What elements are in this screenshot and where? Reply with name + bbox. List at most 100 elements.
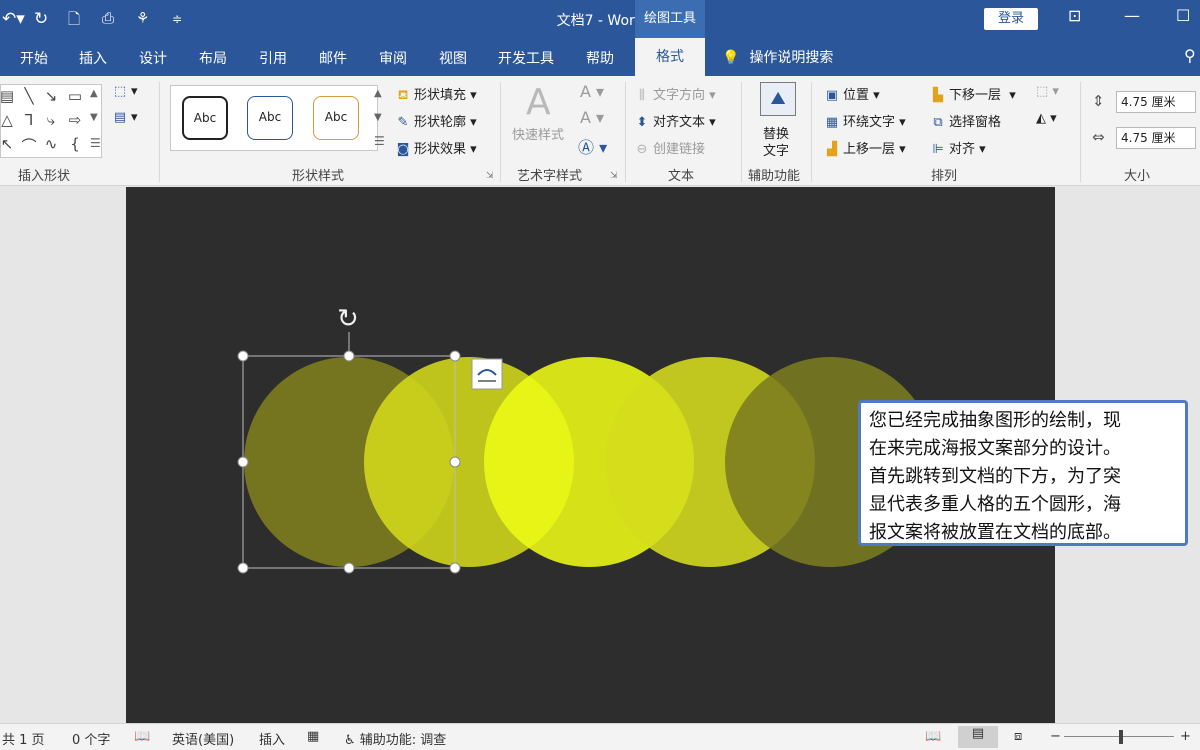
shape-outline-button[interactable]: ✎ 形状轮廓 ▾ <box>395 111 477 130</box>
tab-help[interactable]: 帮助 <box>586 48 614 68</box>
brace-shape-icon[interactable]: { <box>65 135 85 153</box>
resize-handle[interactable] <box>343 562 355 574</box>
alt-text-label-2[interactable]: 文字 <box>763 140 789 159</box>
shape-style-preview-1[interactable]: Abc <box>182 96 228 140</box>
shape-fill-button[interactable]: ⛾ 形状填充 ▾ <box>395 84 477 105</box>
freeform-shape-icon[interactable]: ∿ <box>41 135 61 153</box>
quick-styles-icon: A <box>526 82 551 123</box>
wrap-text-button[interactable]: ▦ 环绕文字 ▾ <box>824 111 906 130</box>
shape-styles-launcher-icon[interactable]: ⇲ <box>486 171 494 181</box>
send-backward-label: 下移一层 <box>949 88 1002 103</box>
text-fill-icon: A ▾ <box>580 82 605 101</box>
resize-handle[interactable] <box>449 562 461 574</box>
wrap-text-label: 环绕文字 <box>843 115 896 130</box>
maximize-icon[interactable]: ☐ <box>1176 6 1190 25</box>
resize-handle[interactable] <box>237 456 249 468</box>
send-backward-icon: ▙ <box>933 88 943 103</box>
tab-references[interactable]: 引用 <box>259 48 287 68</box>
group-label-wordart: 艺术字样式 <box>517 169 583 184</box>
resize-handle[interactable] <box>449 350 461 362</box>
shape-width-input[interactable]: 4.75 厘米 <box>1116 127 1196 149</box>
tab-format[interactable]: 格式 <box>635 38 705 76</box>
tab-insert[interactable]: 插入 <box>79 48 107 68</box>
line-shape-icon[interactable]: ╲ <box>19 87 39 105</box>
macro-icon[interactable]: ▦ <box>307 729 319 744</box>
ribbon-display-icon[interactable]: ⊡ <box>1068 6 1081 25</box>
send-backward-button[interactable]: ▙ 下移一层 ▾ <box>930 84 1016 103</box>
curve-shape-icon[interactable]: ↖ <box>0 135 17 153</box>
resize-handle[interactable] <box>449 456 461 468</box>
read-mode-icon[interactable]: 📖 <box>925 729 941 744</box>
language-status[interactable]: 英语(美国) <box>172 729 234 748</box>
share-person-icon[interactable]: ⚲ <box>1184 46 1196 65</box>
elbow-connector-icon[interactable]: ⅂ <box>19 111 39 129</box>
tell-me-search[interactable]: 💡 操作说明搜索 <box>722 47 833 67</box>
align-text-button[interactable]: ⬍ 对齐文本 ▾ <box>634 111 716 130</box>
tab-design[interactable]: 设计 <box>139 48 167 68</box>
zoom-slider-thumb[interactable] <box>1119 730 1123 744</box>
wordart-launcher-icon[interactable]: ⇲ <box>610 171 618 181</box>
style-gallery-down-icon[interactable]: ▼ <box>374 112 382 123</box>
group-label-shape-styles: 形状样式 <box>292 169 345 184</box>
triangle-shape-icon[interactable]: △ <box>0 111 17 129</box>
accessibility-status[interactable]: ♿ 辅助功能: 调查 <box>344 729 446 748</box>
tab-home[interactable]: 开始 <box>20 48 48 68</box>
tab-review[interactable]: 审阅 <box>379 48 407 68</box>
layout-options-icon[interactable] <box>471 358 503 390</box>
shape-style-preview-3[interactable]: Abc <box>313 96 359 140</box>
tab-mailings[interactable]: 邮件 <box>319 48 347 68</box>
login-button[interactable]: 登录 <box>984 8 1038 30</box>
proofing-icon[interactable]: 📖 <box>134 729 150 744</box>
contextual-tab-group: 绘图工具 <box>635 0 705 38</box>
minimize-icon[interactable]: — <box>1124 6 1140 25</box>
print-layout-icon[interactable]: ▤ <box>958 726 998 748</box>
gallery-down-icon[interactable]: ▼ <box>90 112 98 123</box>
shape-effects-button[interactable]: ◙ 形状效果 ▾ <box>395 138 477 157</box>
textbox-shape-icon[interactable]: ▤ <box>0 87 17 105</box>
selection-pane-label: 选择窗格 <box>949 115 1002 130</box>
edit-shape-button[interactable]: ⬚ ▾ <box>112 84 138 99</box>
selection-pane-button[interactable]: ⧉ 选择窗格 <box>930 111 1001 130</box>
block-arrow-icon[interactable]: ⇨ <box>65 111 85 129</box>
rotate-icon[interactable]: ◭ ▾ <box>1036 111 1057 126</box>
tab-developer[interactable]: 开发工具 <box>498 48 554 68</box>
bring-forward-label: 上移一层 <box>843 142 896 157</box>
insert-mode[interactable]: 插入 <box>259 729 285 748</box>
quick-styles-button[interactable]: 快速样式 <box>512 124 564 143</box>
style-gallery-more-icon[interactable]: ☰ <box>374 134 385 148</box>
page-count[interactable]: 共 1 页 <box>2 729 45 748</box>
group-label-size: 大小 <box>1124 169 1151 184</box>
tab-layout[interactable]: 布局 <box>199 48 227 68</box>
shape-height-input[interactable]: 4.75 厘米 <box>1116 91 1196 113</box>
resize-handle[interactable] <box>343 350 355 362</box>
text-effects-icon[interactable]: Ⓐ ▾ <box>578 134 607 158</box>
group-label-arrange: 排列 <box>931 169 958 184</box>
gallery-more-icon[interactable]: ☰ <box>90 136 101 150</box>
arrow-line-shape-icon[interactable]: ↘ <box>41 87 61 105</box>
arc-shape-icon[interactable]: ⌒ <box>19 135 39 156</box>
draw-textbox-button[interactable]: ▤ ▾ <box>112 110 138 125</box>
position-button[interactable]: ▣ 位置 ▾ <box>824 84 880 103</box>
zoom-out-icon[interactable]: − <box>1050 729 1061 744</box>
shape-style-preview-2[interactable]: Abc <box>247 96 293 140</box>
align-button[interactable]: ⊫ 对齐 ▾ <box>930 138 985 157</box>
gallery-up-icon[interactable]: ▲ <box>90 88 98 99</box>
resize-handle[interactable] <box>237 350 249 362</box>
word-count[interactable]: 0 个字 <box>72 729 110 748</box>
accessibility-icon: ♿ <box>344 733 360 748</box>
shape-height-icon: ⇕ <box>1092 92 1105 110</box>
web-layout-icon[interactable]: ⧈ <box>1014 729 1022 744</box>
rotate-handle-icon[interactable]: ↻ <box>337 304 359 334</box>
status-bar: 共 1 页 0 个字 📖 英语(美国) 插入 ▦ ♿ 辅助功能: 调查 📖 ▤ … <box>0 723 1200 750</box>
style-gallery-up-icon[interactable]: ▲ <box>374 88 382 99</box>
shape-style-gallery[interactable]: Abc Abc Abc <box>170 85 378 151</box>
tab-view[interactable]: 视图 <box>439 48 467 68</box>
shape-effects-label: 形状效果 <box>414 142 467 157</box>
group-separator <box>811 82 812 182</box>
bring-forward-button[interactable]: ▟ 上移一层 ▾ <box>824 138 906 157</box>
rectangle-shape-icon[interactable]: ▭ <box>65 87 85 105</box>
resize-handle[interactable] <box>237 562 249 574</box>
elbow-arrow-icon[interactable]: ⤷ <box>41 111 61 129</box>
shapes-gallery[interactable]: ▤ ╲ ↘ ▭ △ ⅂ ⤷ ⇨ ↖ ⌒ ∿ { <box>0 84 102 158</box>
zoom-in-icon[interactable]: + <box>1180 729 1191 744</box>
